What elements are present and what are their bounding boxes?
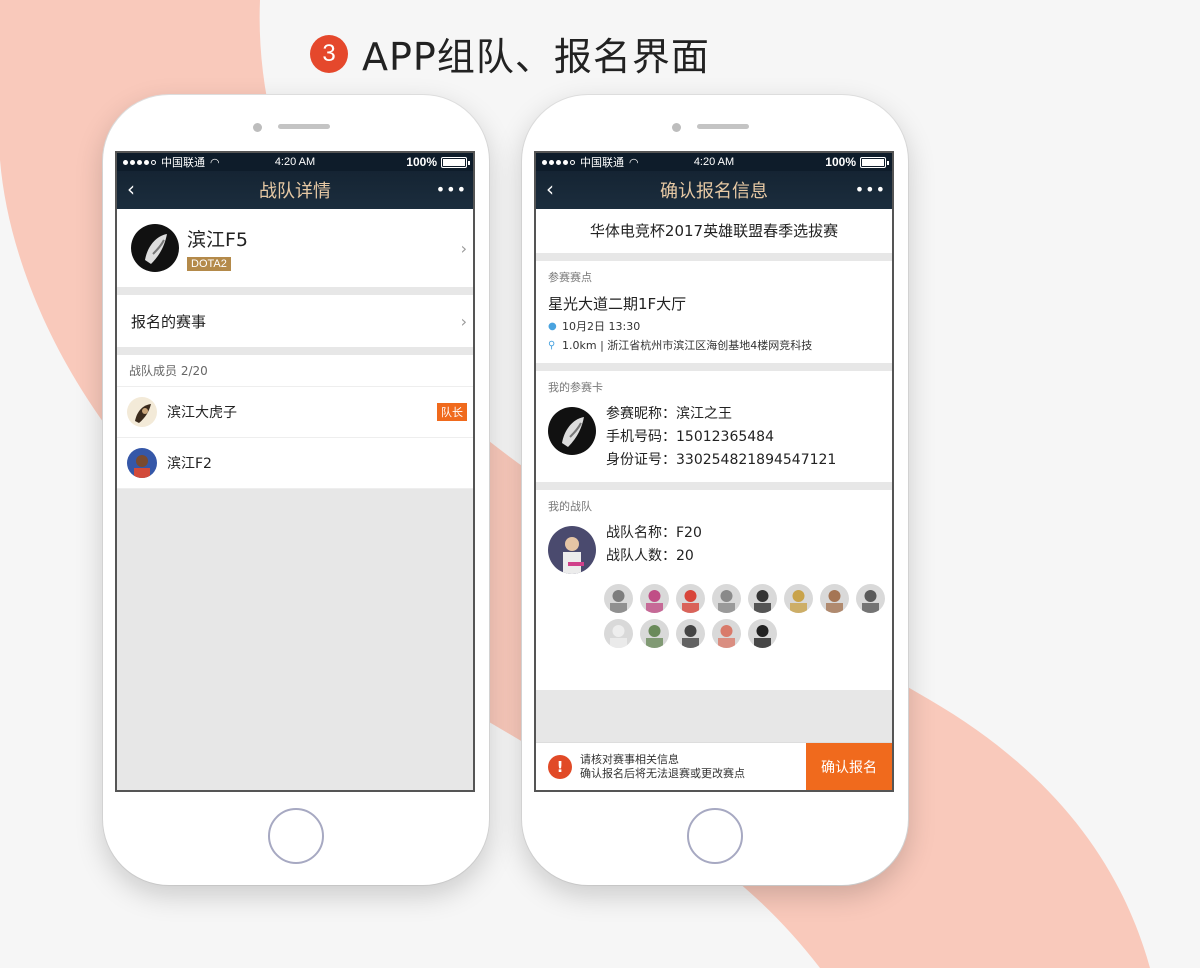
phone-team-detail: 中国联通 ◠ 4:20 AM 100% ‹ 战队详情 ••• 滨江F5 DOTA… (103, 95, 489, 885)
venue-address: 1.0km | 浙江省杭州市滨江区海创基地4楼网竞科技 (562, 339, 813, 352)
list-item[interactable]: 滨江大虎子 队长 (117, 387, 473, 438)
battery-percent: 100% (825, 155, 856, 169)
earpiece (278, 124, 330, 129)
team-members-grid (604, 584, 892, 648)
confirm-footer: ! 请核对赛事相关信息 确认报名后将无法退赛或更改赛点 确认报名 (536, 742, 892, 790)
team-header-row[interactable]: 滨江F5 DOTA2 › (117, 209, 473, 287)
team-size-field: 战队人数：20 (606, 548, 694, 564)
status-bar: 中国联通 ◠ 4:20 AM 100% (536, 153, 892, 171)
battery-icon (441, 156, 470, 168)
page-heading: 3 APP组队、报名界面 (310, 26, 710, 81)
home-button[interactable] (268, 808, 324, 864)
front-camera (672, 123, 681, 132)
my-team-label: 我的战队 (548, 500, 592, 513)
member-avatar (127, 448, 157, 478)
chevron-right-icon: › (460, 238, 467, 258)
player-id-number: 身份证号：330254821894547121 (606, 452, 837, 468)
team-avatar (548, 526, 596, 574)
team-member-avatar (712, 619, 741, 648)
player-card-section: 我的参赛卡 参赛昵称：滨江之王 手机号码：15012365484 身份证号：33… (536, 371, 892, 482)
team-member-avatar (676, 619, 705, 648)
my-team-section: 我的战队 战队名称：F20 战队人数：20 (536, 490, 892, 690)
member-name: 滨江大虎子 (167, 405, 237, 421)
captain-badge: 队长 (437, 403, 467, 421)
team-member-avatar (640, 584, 669, 613)
team-member-avatar (748, 619, 777, 648)
more-icon[interactable]: ••• (436, 180, 467, 199)
warning-icon: ! (548, 754, 572, 779)
nav-bar: ‹ 确认报名信息 ••• (536, 171, 892, 209)
venue-label: 参赛赛点 (548, 271, 592, 284)
home-button[interactable] (687, 808, 743, 864)
status-bar: 中国联通 ◠ 4:20 AM 100% (117, 153, 473, 171)
carrier-label: 中国联通 (161, 157, 205, 169)
team-name: 滨江F5 (187, 229, 249, 251)
venue-datetime: 10月2日 13:30 (562, 320, 641, 333)
back-arrow-icon[interactable]: ‹ (127, 177, 135, 201)
team-member-avatar (856, 584, 885, 613)
nav-title: 确认报名信息 (660, 181, 768, 202)
nav-bar: ‹ 战队详情 ••• (117, 171, 473, 209)
carrier-label: 中国联通 (580, 157, 624, 169)
wifi-icon: ◠ (629, 156, 639, 169)
team-avatar (131, 224, 179, 272)
notice-line-1: 请核对赛事相关信息 (580, 752, 679, 766)
player-card-label: 我的参赛卡 (548, 381, 603, 394)
team-members-list: 战队成员 2/20 滨江大虎子 队长 滨江F2 (117, 355, 473, 489)
team-member-avatar (604, 619, 633, 648)
earpiece (697, 124, 749, 129)
signal-icon (123, 159, 156, 165)
team-member-avatar (712, 584, 741, 613)
registered-events-row[interactable]: 报名的赛事 › (117, 295, 473, 347)
page-title: APP组队、报名界面 (362, 35, 710, 79)
player-avatar (548, 407, 596, 455)
clock-icon: ● (548, 320, 557, 332)
event-title: 华体电竞杯2017英雄联盟春季选拔赛 (536, 209, 892, 253)
game-tag: DOTA2 (187, 257, 231, 271)
battery-percent: 100% (406, 155, 437, 169)
step-number-badge: 3 (310, 34, 348, 73)
team-member-avatar (820, 584, 849, 613)
player-nickname: 参赛昵称：滨江之王 (606, 406, 732, 422)
team-member-avatar (604, 584, 633, 613)
battery-icon (860, 156, 889, 168)
member-avatar (127, 397, 157, 427)
back-arrow-icon[interactable]: ‹ (546, 177, 554, 201)
front-camera (253, 123, 262, 132)
screen-confirm-registration: 中国联通 ◠ 4:20 AM 100% ‹ 确认报名信息 ••• 华体电竞杯20… (534, 151, 894, 792)
location-pin-icon: ⚲ (548, 339, 556, 351)
wifi-icon: ◠ (210, 156, 220, 169)
team-member-avatar (784, 584, 813, 613)
screen-team-detail: 中国联通 ◠ 4:20 AM 100% ‹ 战队详情 ••• 滨江F5 DOTA… (115, 151, 475, 792)
more-icon[interactable]: ••• (855, 180, 886, 199)
notice-line-2: 确认报名后将无法退赛或更改赛点 (580, 766, 745, 780)
team-member-avatar (748, 584, 777, 613)
team-member-avatar (640, 619, 669, 648)
venue-section: 参赛赛点 星光大道二期1F大厅 ● 10月2日 13:30 ⚲ 1.0km | 浙江… (536, 261, 892, 363)
members-title: 战队成员 2/20 (117, 355, 473, 387)
player-phone: 手机号码：15012365484 (606, 429, 774, 445)
chevron-right-icon: › (460, 311, 467, 331)
registered-events-label: 报名的赛事 (131, 312, 207, 331)
phone-confirm-registration: 中国联通 ◠ 4:20 AM 100% ‹ 确认报名信息 ••• 华体电竞杯20… (522, 95, 908, 885)
team-member-avatar (676, 584, 705, 613)
venue-name: 星光大道二期1F大厅 (548, 295, 687, 313)
team-name-field: 战队名称：F20 (606, 525, 702, 541)
list-item[interactable]: 滨江F2 (117, 438, 473, 489)
signal-icon (542, 159, 575, 165)
nav-title: 战队详情 (259, 181, 331, 202)
confirm-registration-button[interactable]: 确认报名 (806, 742, 892, 790)
member-name: 滨江F2 (167, 456, 212, 472)
